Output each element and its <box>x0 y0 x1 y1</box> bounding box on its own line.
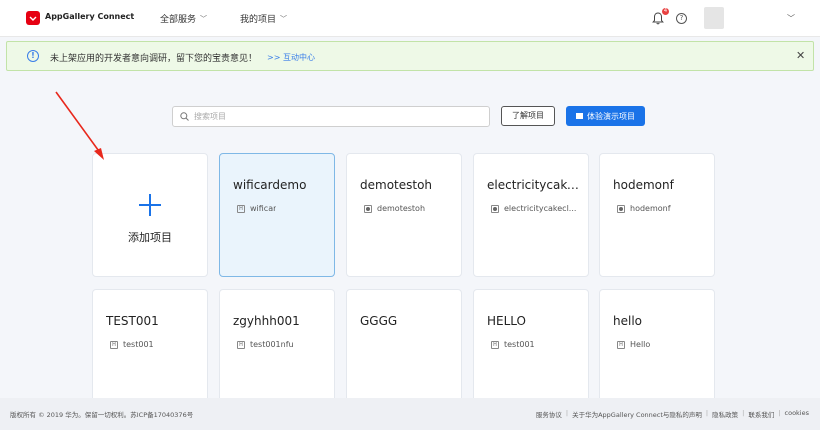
project-app: demotestoh <box>364 204 425 213</box>
app-name: test001nfu <box>250 340 294 349</box>
project-card[interactable]: zgyhhh001 H test001nfu <box>219 289 335 409</box>
divider: | <box>742 409 745 417</box>
learn-project-button[interactable]: 了解项目 <box>501 106 555 126</box>
app-icon: H <box>617 340 625 349</box>
brand-name[interactable]: AppGallery Connect <box>45 12 134 21</box>
project-title: wificardemo <box>233 178 307 192</box>
project-card[interactable]: wificardemo H wificar <box>219 153 335 277</box>
try-demo-label: 体验演示项目 <box>587 111 635 121</box>
project-app: H Hello <box>617 340 650 349</box>
project-app: H test001 <box>110 340 154 349</box>
project-app: H test001nfu <box>237 340 294 349</box>
project-card[interactable]: electricitycake... electricitycakecl... <box>473 153 589 277</box>
monitor-icon <box>576 113 583 119</box>
footer-link-contact[interactable]: 联系我们 <box>748 409 774 419</box>
app-icon <box>617 204 625 213</box>
app-icon <box>491 204 499 213</box>
app-icon: H <box>237 340 245 349</box>
project-card[interactable]: hello H Hello <box>599 289 715 409</box>
footer-link-terms[interactable]: 服务协议 <box>536 409 562 419</box>
divider: | <box>565 409 569 417</box>
info-icon: ! <box>27 50 39 62</box>
top-header: AppGallery Connect 全部服务 ﹀ 我的项目 ﹀ 4 ? ﹀ <box>0 0 820 37</box>
app-name: test001 <box>123 340 154 349</box>
project-app: electricitycakecl... <box>491 204 576 213</box>
app-name: wificar <box>250 204 277 213</box>
help-icon[interactable]: ? <box>676 13 687 24</box>
project-app: H test001 <box>491 340 535 349</box>
project-title: GGGG <box>360 314 398 328</box>
interaction-center-link[interactable]: >> 互动中心 <box>267 52 315 63</box>
chevron-down-icon: ﹀ <box>200 14 208 23</box>
project-app: hodemonf <box>617 204 671 213</box>
app-name: electricitycakecl... <box>504 204 577 213</box>
add-project-card[interactable]: 添加项目 <box>92 153 208 277</box>
project-title: zgyhhh001 <box>233 314 300 328</box>
project-card[interactable]: HELLO H test001 <box>473 289 589 409</box>
project-title: TEST001 <box>106 314 159 328</box>
project-card[interactable]: demotestoh demotestoh <box>346 153 462 277</box>
divider: | <box>778 409 781 417</box>
copyright-text: 版权所有 © 2019 华为。保留一切权利。苏ICP备17040376号 <box>10 411 194 419</box>
app-name: hodemonf <box>630 204 671 213</box>
nav-my-projects-label: 我的项目 <box>240 15 277 25</box>
footer-link-cookies[interactable]: cookies <box>785 409 809 419</box>
try-demo-project-button[interactable]: 体验演示项目 <box>566 106 645 126</box>
notification-badge: 4 <box>662 8 669 15</box>
footer-link-privacy-statement[interactable]: 关于华为AppGallery Connect与隐私的声明 <box>572 409 702 419</box>
appgallery-logo-icon[interactable] <box>26 11 40 25</box>
project-card[interactable]: TEST001 H test001 <box>92 289 208 409</box>
app-icon: H <box>110 340 118 349</box>
survey-notice: ! 未上架应用的开发者意向调研，留下您的宝贵意见！ >> 互动中心 ✕ <box>6 41 814 71</box>
project-app: H wificar <box>237 204 276 213</box>
project-card[interactable]: hodemonf hodemonf <box>599 153 715 277</box>
chevron-down-icon: ﹀ <box>280 14 288 23</box>
footer-link-privacy-policy[interactable]: 隐私政策 <box>712 409 738 419</box>
page-footer: 版权所有 © 2019 华为。保留一切权利。苏ICP备17040376号 服务协… <box>0 398 820 430</box>
nav-my-projects[interactable]: 我的项目 ﹀ <box>240 12 288 26</box>
project-title: demotestoh <box>360 178 433 192</box>
search-input[interactable] <box>194 109 484 124</box>
close-icon[interactable]: ✕ <box>796 49 805 62</box>
project-title: HELLO <box>487 314 526 328</box>
app-icon <box>364 204 372 213</box>
project-card[interactable]: GGGG <box>346 289 462 409</box>
project-title: electricitycake... <box>487 178 583 192</box>
app-icon: H <box>237 204 245 213</box>
app-name: demotestoh <box>377 204 426 213</box>
nav-all-services[interactable]: 全部服务 ﹀ <box>160 12 208 26</box>
footer-links: 服务协议 | 关于华为AppGallery Connect与隐私的声明 | 隐私… <box>536 409 809 419</box>
account-chevron-down-icon[interactable]: ﹀ <box>787 13 795 24</box>
plus-icon <box>139 194 161 216</box>
project-search[interactable] <box>172 106 490 127</box>
app-icon: H <box>491 340 499 349</box>
search-icon <box>180 112 189 121</box>
nav-all-services-label: 全部服务 <box>160 15 197 25</box>
notice-text: 未上架应用的开发者意向调研，留下您的宝贵意见！ <box>50 54 258 64</box>
add-project-label: 添加项目 <box>128 231 172 244</box>
divider: | <box>705 409 709 417</box>
avatar[interactable] <box>704 7 724 29</box>
app-name: Hello <box>630 340 651 349</box>
project-title: hodemonf <box>613 178 674 192</box>
app-name: test001 <box>504 340 535 349</box>
project-title: hello <box>613 314 642 328</box>
